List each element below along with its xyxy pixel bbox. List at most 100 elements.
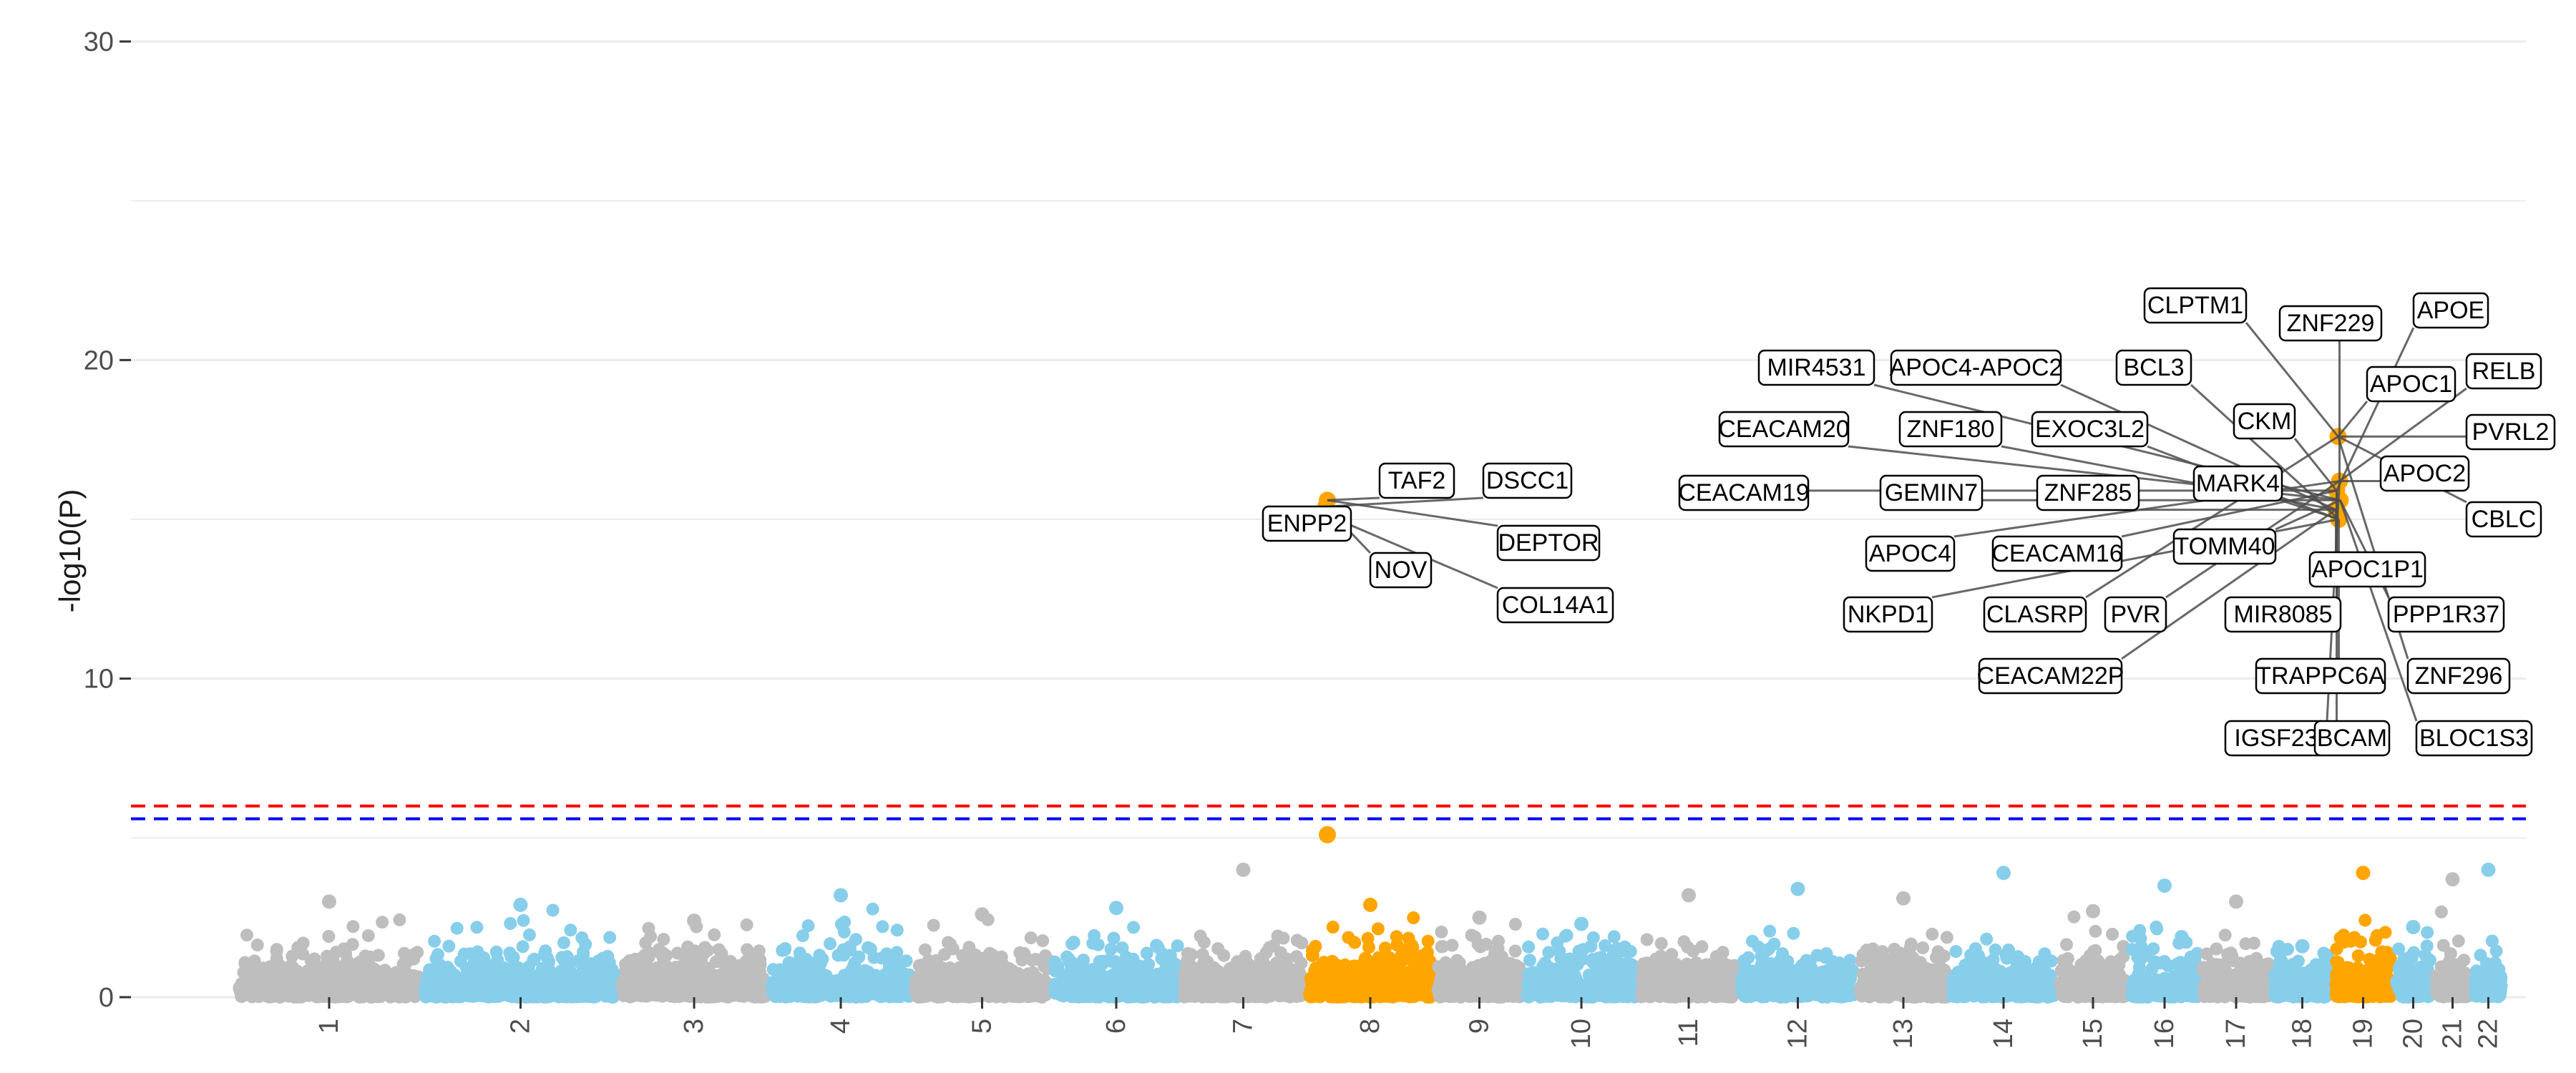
snp-point	[952, 961, 966, 974]
chromosome-5-points	[909, 907, 1055, 1004]
snp-point	[1611, 961, 1624, 974]
snp-point	[564, 923, 577, 937]
snp-point	[1013, 946, 1027, 959]
snp-point	[1677, 935, 1691, 949]
snp-point	[1217, 949, 1231, 962]
snp-point	[1420, 962, 1433, 975]
snp-point	[1130, 987, 1143, 1001]
snp-point	[1005, 984, 1018, 998]
snp-point	[406, 987, 419, 1001]
snp-point	[680, 986, 693, 1000]
snp-point	[376, 916, 389, 929]
snp-point	[703, 982, 716, 996]
snp-point	[836, 943, 850, 956]
snp-point	[525, 980, 539, 994]
snp-point	[1207, 983, 1221, 996]
snp-point	[722, 967, 736, 981]
snp-point	[1048, 986, 1062, 1000]
snp-point	[1593, 989, 1606, 1002]
snp-point	[1021, 990, 1035, 1004]
snp-point-top-chr11	[1682, 888, 1696, 903]
snp-point	[1060, 968, 1074, 981]
snp-point	[603, 931, 617, 944]
snp-point	[575, 931, 589, 944]
snp-point	[396, 968, 410, 981]
snp-point	[553, 985, 567, 999]
snp-point	[1361, 931, 1375, 945]
snp-point	[840, 974, 853, 987]
snp-point	[841, 987, 854, 1001]
snp-point	[1351, 986, 1365, 999]
snp-point	[798, 974, 811, 988]
snp-point	[1127, 921, 1141, 934]
snp-point	[378, 964, 391, 977]
snp-point	[499, 985, 513, 998]
snp-point	[546, 903, 560, 917]
snp-point	[420, 973, 434, 986]
snp-point	[332, 989, 346, 1003]
snp-point	[1624, 958, 1638, 971]
snp-point	[751, 960, 764, 974]
snp-point	[866, 902, 879, 916]
snp-point	[1390, 939, 1404, 951]
chromosome-8-points	[1303, 897, 1438, 1004]
snp-point	[1366, 956, 1380, 969]
snp-point	[1171, 939, 1184, 953]
snp-point	[333, 960, 347, 974]
snp-point	[1096, 954, 1109, 968]
snp-point	[1371, 922, 1385, 936]
scatter-points	[233, 428, 2508, 1004]
snp-point	[625, 985, 639, 999]
snp-point	[977, 987, 991, 1001]
snp-point	[1277, 931, 1290, 945]
snp-point	[1453, 976, 1466, 990]
snp-point	[442, 939, 456, 953]
snp-point	[1654, 936, 1668, 950]
snp-point	[895, 989, 909, 1002]
snp-point	[1308, 986, 1321, 999]
snp-point	[1582, 990, 1596, 1004]
snp-point	[463, 947, 477, 961]
snp-point	[1226, 982, 1240, 995]
snp-point	[741, 968, 753, 981]
chromosome-9-points	[1431, 910, 1528, 1004]
snp-point	[1097, 989, 1111, 1002]
snp-point	[1435, 940, 1448, 954]
snp-point	[927, 918, 940, 932]
snp-point	[660, 960, 673, 973]
snp-point	[1189, 977, 1202, 991]
snp-point-top-chr4	[834, 888, 848, 903]
snp-point	[1262, 941, 1276, 954]
snp-point	[676, 968, 690, 981]
snp-point	[709, 955, 723, 969]
threshold-lines	[131, 804, 2526, 820]
snp-point	[469, 969, 482, 982]
snp-point	[1249, 989, 1262, 1002]
snp-point-top-chr8	[1363, 897, 1377, 912]
snp-point	[1709, 979, 1723, 992]
snp-point	[1643, 990, 1657, 1004]
snp-point	[477, 986, 490, 1000]
snp-point-top-chr1	[322, 894, 336, 909]
chromosome-11-points	[1635, 888, 1742, 1004]
snp-point	[946, 981, 959, 994]
chromosome-10-points	[1521, 916, 1642, 1004]
snp-point	[923, 981, 937, 994]
snp-point	[407, 952, 421, 966]
snp-point	[1180, 989, 1194, 1002]
snp-point	[1140, 946, 1153, 960]
snp-point	[1433, 962, 1447, 976]
snp-point	[824, 937, 836, 951]
snp-point	[1397, 984, 1411, 997]
snp-point	[937, 948, 951, 961]
snp-point	[489, 945, 503, 959]
snp-point	[470, 921, 484, 934]
snp-point	[319, 984, 333, 997]
snp-point	[1435, 925, 1448, 939]
snp-point	[1490, 987, 1503, 1001]
snp-point	[642, 921, 655, 935]
snp-point	[444, 989, 458, 1002]
snp-point	[1002, 964, 1015, 977]
snp-point	[1694, 989, 1708, 1002]
snp-point	[1305, 949, 1319, 962]
